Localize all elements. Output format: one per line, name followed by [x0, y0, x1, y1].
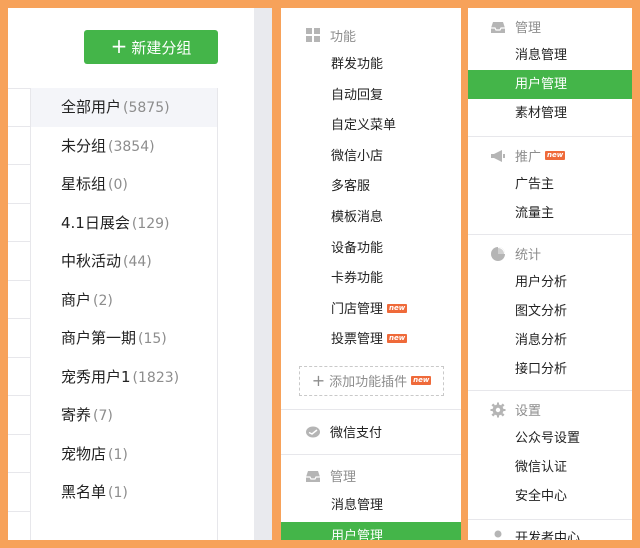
menu-item-security-center[interactable]: 安全中心 [468, 482, 632, 511]
group-count: (129) [131, 215, 170, 232]
user-groups-panel: + 新建分组 全部用户 (5875) 未分组 (3854) 星标组 (0) 4.1日展… [8, 8, 272, 540]
group-item-expo[interactable]: 4.1日展会 (129) [31, 204, 217, 243]
group-name: 全部用户 [61, 98, 122, 116]
group-name: 宠秀用户1 [61, 367, 131, 386]
group-item-pet-show-users[interactable]: 宠秀用户1 (1823) [31, 358, 217, 397]
menu-item-advertiser[interactable]: 广告主 [468, 170, 632, 199]
stats-section-header: 统计 [468, 239, 632, 268]
menu-item-api-analysis[interactable]: 接口分析 [468, 355, 632, 384]
gear-icon [490, 402, 506, 417]
manage-section-header: 管理 [468, 12, 632, 41]
new-badge: new [387, 303, 408, 313]
settings-section-title: 设置 [515, 404, 542, 419]
menu-item-publisher[interactable]: 流量主 [468, 199, 632, 228]
group-item-boarding[interactable]: 寄养 (7) [31, 396, 217, 435]
group-name: 寄养 [61, 406, 92, 424]
wechat-pay-label: 微信支付 [330, 426, 383, 442]
group-count: (15) [138, 331, 167, 347]
new-badge: new [387, 334, 408, 344]
menu-item-customer-service[interactable]: 多客服 [281, 172, 461, 203]
group-item-pet-shop[interactable]: 宠物店 (1) [31, 435, 217, 474]
group-item-starred[interactable]: 星标组 (0) [31, 165, 217, 204]
group-name: 中秋活动 [61, 252, 122, 270]
menu-item-template-message[interactable]: 模板消息 [281, 203, 461, 234]
add-plugin-label: 添加功能插件 [329, 375, 408, 391]
group-name: 未分组 [61, 136, 107, 155]
plus-icon: + [311, 371, 326, 391]
group-name: 4.1日展会 [61, 213, 130, 232]
features-menu-panel: 功能 群发功能 自动回复 自定义菜单 微信小店 多客服 模板消息 设备功能 卡券… [281, 8, 461, 540]
group-count: (1) [108, 485, 128, 501]
inbox-icon [491, 21, 505, 33]
chat-bubble-icon [306, 426, 320, 438]
menu-item-store-management[interactable]: 门店管理 new [281, 295, 461, 326]
menu-item-message-analysis[interactable]: 消息分析 [468, 326, 632, 355]
menu-item-wechat-pay[interactable]: 微信支付 [281, 410, 461, 454]
group-count: (7) [93, 408, 113, 424]
menu-item-article-analysis[interactable]: 图文分析 [468, 297, 632, 326]
group-count: (44) [123, 254, 152, 270]
group-name: 宠物店 [61, 444, 107, 463]
group-count: (0) [108, 177, 128, 193]
group-list: 全部用户 (5875) 未分组 (3854) 星标组 (0) 4.1日展会 (129) … [30, 88, 218, 540]
group-item-mid-autumn[interactable]: 中秋活动 (44) [31, 242, 217, 281]
menu-item-material-management[interactable]: 素材管理 [468, 99, 632, 128]
menu-item-message-management[interactable]: 消息管理 [468, 41, 632, 70]
new-badge: new [545, 151, 566, 160]
menu-item-coupon[interactable]: 卡券功能 [281, 264, 461, 295]
menu-item-wechat-store[interactable]: 微信小店 [281, 142, 461, 173]
features-section-header: 功能 [281, 20, 461, 50]
stats-section-title: 统计 [515, 248, 542, 263]
menu-item-broadcast[interactable]: 群发功能 [281, 50, 461, 81]
group-count: (5875) [123, 100, 170, 116]
settings-section-header: 设置 [468, 395, 632, 424]
megaphone-icon [491, 149, 505, 162]
management-menu-panel: 管理 消息管理 用户管理 素材管理 推广 new 广告主 流量主 统计 用户分析… [468, 8, 632, 540]
group-name: 黑名单 [61, 483, 107, 501]
group-item-merchant-phase1[interactable]: 商户第一期 (15) [31, 319, 217, 358]
menu-item-label: 投票管理 [331, 332, 384, 348]
manage-section-header: 管理 [281, 461, 461, 491]
new-badge: new [411, 376, 432, 386]
add-plugin-button[interactable]: + 添加功能插件 new [299, 365, 444, 396]
menu-item-account-settings[interactable]: 公众号设置 [468, 424, 632, 453]
menu-item-user-analysis[interactable]: 用户分析 [468, 268, 632, 297]
manage-section-title: 管理 [515, 21, 542, 36]
menu-item-auto-reply[interactable]: 自动回复 [281, 81, 461, 112]
group-count: (2) [93, 292, 113, 309]
pie-chart-icon [491, 246, 505, 261]
group-item-merchant[interactable]: 商户 (2) [31, 281, 217, 320]
developer-center-title: 开发者中心 [515, 531, 581, 540]
group-item-blacklist[interactable]: 黑名单 (1) [31, 473, 217, 512]
group-item-all-users[interactable]: 全部用户 (5875) [31, 88, 217, 127]
panel-gutter [254, 8, 272, 540]
menu-item-wechat-verification[interactable]: 微信认证 [468, 453, 632, 482]
group-name: 星标组 [61, 175, 107, 193]
promote-section-title: 推广 [515, 150, 542, 165]
menu-item-user-management[interactable]: 用户管理 [468, 70, 632, 99]
group-item-ungrouped[interactable]: 未分组 (3854) [31, 127, 217, 166]
manage-section-title: 管理 [330, 470, 357, 486]
person-icon [494, 530, 502, 540]
menu-item-message-management[interactable]: 消息管理 [281, 491, 461, 522]
menu-item-custom-menu[interactable]: 自定义菜单 [281, 111, 461, 142]
new-group-button[interactable]: + 新建分组 [84, 30, 218, 64]
menu-item-user-management[interactable]: 用户管理 [281, 521, 461, 540]
table-edge [8, 88, 30, 540]
menu-item-device[interactable]: 设备功能 [281, 234, 461, 265]
promote-section-header: 推广 new [468, 141, 632, 170]
group-name: 商户 [61, 290, 92, 309]
group-count: (3854) [108, 138, 155, 155]
developer-center-header[interactable]: 开发者中心 [468, 522, 632, 540]
group-count: (1823) [132, 369, 180, 386]
inbox-icon [306, 470, 320, 482]
features-section-title: 功能 [330, 29, 357, 45]
group-count: (1) [108, 446, 128, 463]
menu-item-label: 门店管理 [331, 301, 384, 317]
group-name: 商户第一期 [61, 329, 137, 347]
menu-item-vote-management[interactable]: 投票管理 new [281, 325, 461, 356]
new-group-label: 新建分组 [131, 38, 192, 57]
plus-icon: + [110, 34, 128, 58]
grid-icon [306, 28, 320, 42]
